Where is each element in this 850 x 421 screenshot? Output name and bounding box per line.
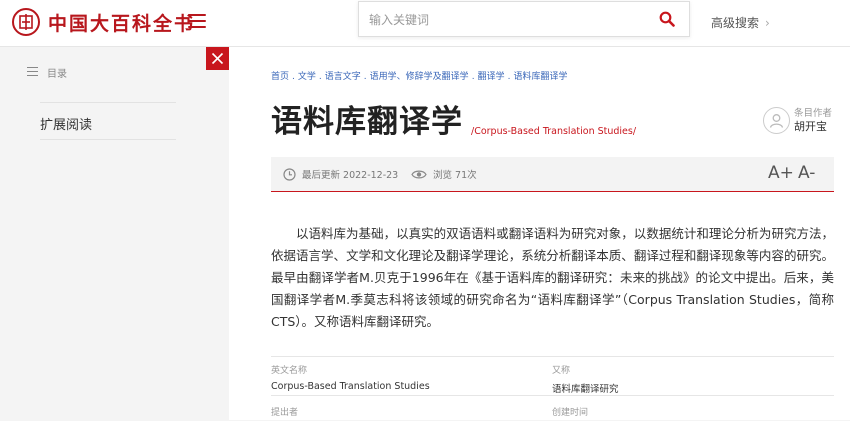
author-label: 条目作者	[794, 108, 833, 119]
view-count: 浏览 71次	[411, 167, 477, 181]
author-block[interactable]: 条目作者 胡开宝	[763, 107, 832, 134]
close-sidebar-button[interactable]	[206, 47, 229, 70]
list-icon	[27, 66, 38, 79]
breadcrumb: 首页. 文学. 语言文字. 语用学、修辞学及翻译学. 翻译学. 语料库翻译学	[271, 72, 568, 82]
article-body: 以语料库为基础，以真实的双语语料或翻译语料为研究对象，以数据统计和理论分析为研究…	[271, 226, 834, 329]
advanced-search-label: 高级搜索	[711, 16, 760, 30]
menu-icon[interactable]	[188, 14, 206, 30]
breadcrumb-current[interactable]: 语料库翻译学	[513, 72, 567, 82]
info-value-english-name: Corpus-Based Translation Studies	[271, 381, 430, 392]
eye-icon	[411, 170, 427, 178]
search-box	[358, 1, 690, 38]
search-icon[interactable]	[659, 11, 675, 31]
advanced-search-link[interactable]: 高级搜索 ›	[711, 14, 770, 31]
breadcrumb-literature[interactable]: 文学	[298, 72, 316, 82]
chevron-right-icon: ›	[765, 15, 770, 30]
seal-icon	[12, 8, 40, 36]
top-bar: 中国大百科全书 高级搜索 ›	[0, 0, 850, 47]
logo-text: 中国大百科全书	[48, 12, 196, 35]
last-updated: 最后更新 2022-12-23	[283, 167, 398, 181]
breadcrumb-pragmatics[interactable]: 语用学、修辞学及翻译学	[370, 72, 469, 82]
toc-label: 目录	[47, 69, 67, 80]
sidebar: 目录 扩展阅读	[0, 47, 206, 420]
info-label-english-name: 英文名称	[271, 366, 308, 376]
article-panel: 首页. 文学. 语言文字. 语用学、修辞学及翻译学. 翻译学. 语料库翻译学 语料库翻译学…	[229, 47, 850, 420]
font-increase-button[interactable]: A+	[768, 163, 794, 183]
info-label-alias: 又称	[552, 366, 571, 376]
breadcrumb-translation-studies[interactable]: 翻译学	[478, 72, 505, 82]
page-title: 语料库翻译学	[271, 104, 463, 140]
info-value-alias: 语料库翻译研究	[552, 384, 619, 395]
divider	[40, 102, 176, 103]
info-label-created-time: 创建时间	[552, 408, 589, 418]
toc-header[interactable]: 目录	[27, 65, 67, 80]
clock-icon	[283, 167, 296, 181]
close-icon	[211, 52, 224, 65]
avatar	[763, 107, 790, 134]
sidebar-item-extended-reading[interactable]: 扩展阅读	[40, 114, 92, 133]
font-decrease-button[interactable]: A-	[798, 163, 815, 183]
breadcrumb-language[interactable]: 语言文字	[325, 72, 361, 82]
author-name[interactable]: 胡开宝	[794, 120, 832, 134]
site-logo[interactable]: 中国大百科全书	[12, 8, 195, 36]
title-row: 语料库翻译学 /Corpus-Based Translation Studies…	[271, 104, 636, 140]
view-count-text: 浏览 71次	[433, 170, 477, 181]
divider	[40, 139, 176, 140]
search-input[interactable]	[359, 2, 661, 38]
info-table: 英文名称 Corpus-Based Translation Studies 又称…	[271, 356, 834, 421]
meta-bar: 最后更新 2022-12-23 浏览 71次 A+ A-	[271, 157, 834, 192]
last-updated-text: 最后更新 2022-12-23	[302, 170, 399, 181]
user-icon	[769, 114, 784, 128]
breadcrumb-home[interactable]: 首页	[271, 72, 289, 82]
title-english: /Corpus-Based Translation Studies/	[471, 126, 637, 137]
info-label-proposer: 提出者	[271, 408, 299, 418]
